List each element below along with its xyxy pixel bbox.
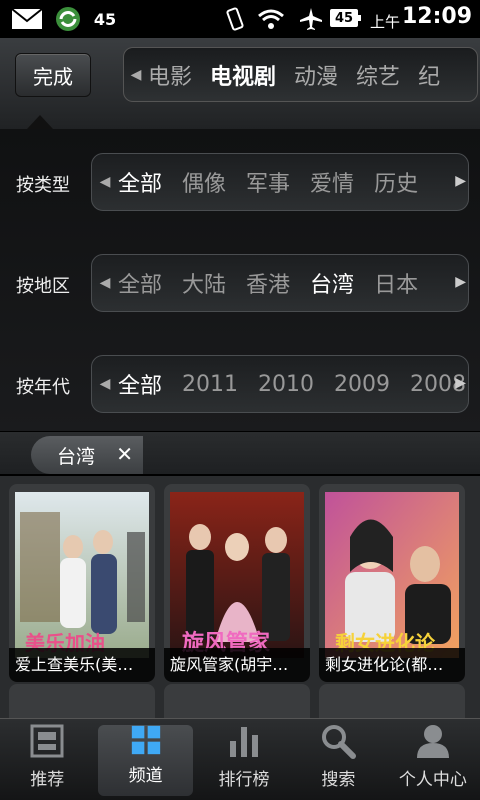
nav-label: 频道 bbox=[128, 766, 163, 786]
option-2010[interactable]: 2010 bbox=[258, 372, 314, 397]
selected-filters-bar: 台湾 ✕ bbox=[0, 431, 480, 475]
nav-label: 排行榜 bbox=[218, 770, 270, 790]
filter-chip-label: 台湾 bbox=[57, 445, 96, 468]
person-icon bbox=[416, 725, 449, 758]
channel-grid-icon bbox=[131, 725, 160, 755]
filter-row-year: 按年代 ◀ 全部 2011 2010 2009 2008 ▶ bbox=[0, 355, 480, 415]
nav-profile[interactable]: 个人中心 bbox=[386, 719, 480, 800]
category-tabs: ◀ 电影 电视剧 动漫 综艺 纪 bbox=[123, 47, 478, 102]
tab-tv-series[interactable]: 电视剧 bbox=[210, 59, 276, 91]
show-title: 旋风管家(胡宇… bbox=[164, 648, 310, 682]
filter-options-region: ◀ 全部 大陆 香港 台湾 日本 ▶ bbox=[91, 254, 469, 312]
sync-badge-label: 45 bbox=[93, 9, 117, 29]
filter-label-region: 按地区 bbox=[16, 276, 70, 297]
poster-image: 美乐加油 bbox=[15, 492, 149, 658]
option-taiwan[interactable]: 台湾 bbox=[310, 267, 354, 299]
option-2009[interactable]: 2009 bbox=[334, 372, 390, 397]
nav-channel[interactable]: 频道 bbox=[98, 725, 193, 796]
sync-icon bbox=[52, 6, 84, 32]
panel-pointer bbox=[27, 115, 53, 129]
battery-icon: 45 bbox=[330, 9, 361, 27]
tab-anime[interactable]: 动漫 bbox=[294, 59, 338, 91]
scroll-right-icon[interactable]: ▶ bbox=[455, 375, 466, 391]
chart-bars-icon bbox=[230, 727, 259, 757]
option-romance[interactable]: 爱情 bbox=[310, 166, 354, 198]
filter-panel: 按类型 ◀ 全部 偶像 军事 爱情 历史 ▶ 按地区 ◀ 全部 大陆 香港 台湾… bbox=[0, 129, 480, 431]
scroll-left-icon[interactable]: ◀ bbox=[92, 376, 118, 392]
poster-image: 旋风管家 bbox=[170, 492, 304, 658]
tab-variety[interactable]: 综艺 bbox=[356, 59, 400, 91]
recommend-icon bbox=[30, 724, 64, 758]
show-title: 剩女进化论(都… bbox=[319, 648, 465, 682]
option-history[interactable]: 历史 bbox=[374, 166, 418, 198]
filter-label-year: 按年代 bbox=[16, 377, 70, 398]
status-bar: 45 45 上午 12:09 bbox=[0, 0, 480, 38]
show-card[interactable]: 美乐加油 爱上查美乐(美… bbox=[9, 484, 155, 682]
scroll-left-icon[interactable]: ◀ bbox=[92, 275, 118, 291]
option-military[interactable]: 军事 bbox=[246, 166, 290, 198]
vibrate-icon bbox=[222, 6, 248, 32]
nav-label: 搜索 bbox=[321, 770, 356, 790]
close-icon[interactable]: ✕ bbox=[116, 442, 133, 466]
option-all[interactable]: 全部 bbox=[118, 368, 162, 400]
nav-recommend[interactable]: 推荐 bbox=[0, 719, 94, 800]
tab-documentary[interactable]: 纪 bbox=[418, 59, 440, 91]
show-card[interactable]: 剩女进化论 剩女进化论(都… bbox=[319, 484, 465, 682]
nav-label: 推荐 bbox=[30, 770, 65, 790]
tab-movie[interactable]: 电影 bbox=[148, 59, 192, 91]
airplane-icon bbox=[298, 6, 324, 32]
option-hongkong[interactable]: 香港 bbox=[246, 267, 290, 299]
option-idol[interactable]: 偶像 bbox=[182, 166, 226, 198]
clock: 12:09 bbox=[401, 4, 472, 29]
am-pm-label: 上午 bbox=[369, 13, 400, 31]
wifi-icon bbox=[256, 6, 286, 32]
filter-row-type: 按类型 ◀ 全部 偶像 军事 爱情 历史 ▶ bbox=[0, 153, 480, 213]
scroll-left-icon[interactable]: ◀ bbox=[124, 67, 148, 83]
filter-chip-taiwan[interactable]: 台湾 ✕ bbox=[31, 436, 143, 474]
option-mainland[interactable]: 大陆 bbox=[182, 267, 226, 299]
show-grid: 美乐加油 爱上查美乐(美… 旋风管家 旋风管家(胡宇… 剩女进化论 剩女进化论(… bbox=[0, 476, 480, 724]
scroll-right-icon[interactable]: ▶ bbox=[455, 274, 466, 290]
nav-label: 个人中心 bbox=[398, 770, 467, 790]
poster-image: 剩女进化论 bbox=[325, 492, 459, 658]
search-icon bbox=[322, 725, 357, 759]
scroll-right-icon[interactable]: ▶ bbox=[455, 173, 466, 189]
option-all[interactable]: 全部 bbox=[118, 267, 162, 299]
mail-icon bbox=[10, 6, 44, 32]
filter-label-type: 按类型 bbox=[16, 175, 70, 196]
done-button[interactable]: 完成 bbox=[15, 53, 91, 97]
option-2011[interactable]: 2011 bbox=[182, 372, 238, 397]
category-bar: 完成 ◀ 电影 电视剧 动漫 综艺 纪 bbox=[0, 38, 480, 130]
option-all[interactable]: 全部 bbox=[118, 166, 162, 198]
battery-level: 45 bbox=[334, 10, 354, 26]
show-card[interactable]: 旋风管家 旋风管家(胡宇… bbox=[164, 484, 310, 682]
bottom-nav: 推荐 频道 排行榜 搜索 个人中心 bbox=[0, 718, 480, 800]
filter-options-year: ◀ 全部 2011 2010 2009 2008 ▶ bbox=[91, 355, 469, 413]
nav-search[interactable]: 搜索 bbox=[291, 719, 385, 800]
option-japan[interactable]: 日本 bbox=[374, 267, 418, 299]
show-title: 爱上查美乐(美… bbox=[9, 648, 155, 682]
scroll-left-icon[interactable]: ◀ bbox=[92, 174, 118, 190]
filter-row-region: 按地区 ◀ 全部 大陆 香港 台湾 日本 ▶ bbox=[0, 254, 480, 314]
filter-options-type: ◀ 全部 偶像 军事 爱情 历史 ▶ bbox=[91, 153, 469, 211]
nav-ranking[interactable]: 排行榜 bbox=[197, 719, 291, 800]
usb-badge-icon: 45 bbox=[92, 6, 118, 32]
